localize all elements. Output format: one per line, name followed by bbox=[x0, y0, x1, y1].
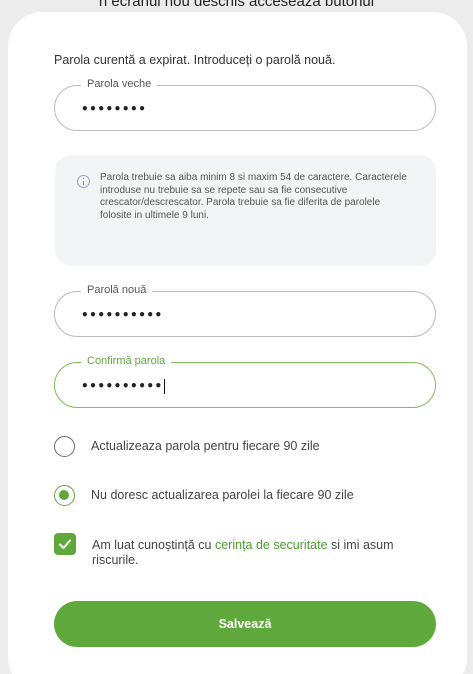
option-update-every-90-days[interactable]: Actualizeaza parola pentru fiecare 90 zi… bbox=[54, 435, 320, 457]
intro-text: Parola curentă a expirat. Introduceți o … bbox=[54, 53, 336, 67]
text-caret bbox=[163, 379, 165, 394]
info-icon bbox=[77, 175, 90, 188]
new-password-label: Parolă nouă bbox=[81, 284, 153, 296]
password-rules-box: Parola trebuie sa aiba minim 8 si maxim … bbox=[55, 155, 436, 266]
option-update-label: Actualizeaza parola pentru fiecare 90 zi… bbox=[91, 439, 320, 453]
new-password-field[interactable]: Parolă nouă •••••••••• bbox=[54, 284, 436, 337]
old-password-value: •••••••• bbox=[81, 102, 147, 116]
consent-checkbox-row[interactable] bbox=[54, 533, 76, 555]
security-requirement-link[interactable]: cerința de securitate bbox=[215, 538, 328, 552]
new-password-value: •••••••••• bbox=[81, 308, 163, 322]
old-password-field[interactable]: Parola veche •••••••• bbox=[54, 78, 436, 131]
radio-update-every-90-days[interactable] bbox=[54, 435, 75, 457]
confirm-password-label: Confirmă parola bbox=[81, 355, 172, 367]
password-rules-text: Parola trebuie sa aiba minim 8 si maxim … bbox=[100, 172, 407, 221]
check-icon bbox=[59, 539, 71, 549]
option-no-update[interactable]: Nu doresc actualizarea parolei la fiecar… bbox=[54, 484, 354, 506]
consent-text: Am luat cunoștință cu cerința de securit… bbox=[92, 538, 394, 567]
radio-no-update[interactable] bbox=[54, 484, 75, 506]
old-password-label: Parola veche bbox=[81, 78, 158, 90]
confirm-password-field[interactable]: Confirmă parola •••••••••• bbox=[54, 355, 436, 408]
page-caption: n ecranul nou deschis accesează butonul bbox=[98, 0, 375, 10]
option-no-update-label: Nu doresc actualizarea parolei la fiecar… bbox=[91, 488, 354, 502]
save-button[interactable]: Salvează bbox=[54, 601, 436, 647]
confirm-password-value: •••••••••• bbox=[81, 379, 165, 394]
consent-checkbox[interactable] bbox=[54, 533, 76, 555]
